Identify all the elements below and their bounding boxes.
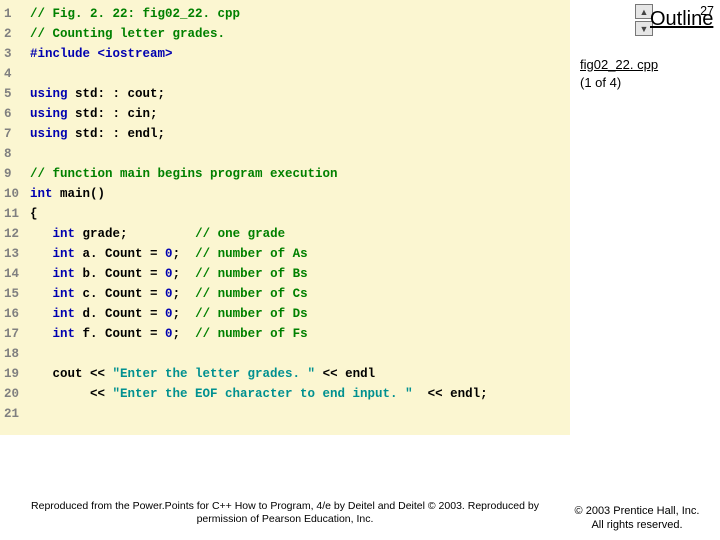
line-number: 5 xyxy=(4,84,30,104)
code-text: using std: : endl; xyxy=(30,124,165,144)
code-text: int b. Count = 0; // number of Bs xyxy=(30,264,308,284)
code-line: 10int main() xyxy=(4,184,570,204)
code-line: 21 xyxy=(4,404,570,424)
code-line: 3#include <iostream> xyxy=(4,44,570,64)
code-text: cout << "Enter the letter grades. " << e… xyxy=(30,364,375,384)
code-line: 18 xyxy=(4,344,570,364)
line-number: 6 xyxy=(4,104,30,124)
line-number: 2 xyxy=(4,24,30,44)
code-line: 11{ xyxy=(4,204,570,224)
code-line: 2// Counting letter grades. xyxy=(4,24,570,44)
code-text: using std: : cout; xyxy=(30,84,165,104)
code-line: 19 cout << "Enter the letter grades. " <… xyxy=(4,364,570,384)
figure-reference: fig02_22. cpp (1 of 4) xyxy=(580,56,658,92)
line-number: 13 xyxy=(4,244,30,264)
code-text: int main() xyxy=(30,184,105,204)
code-line: 8 xyxy=(4,144,570,164)
code-text: { xyxy=(30,204,38,224)
code-line: 9// function main begins program executi… xyxy=(4,164,570,184)
code-line: 16 int d. Count = 0; // number of Ds xyxy=(4,304,570,324)
code-text: // function main begins program executio… xyxy=(30,164,338,184)
line-number: 15 xyxy=(4,284,30,304)
code-line: 12 int grade; // one grade xyxy=(4,224,570,244)
right-panel: ▲ ▼ Outline 27 fig02_22. cpp (1 of 4) © … xyxy=(570,0,720,540)
code-line: 17 int f. Count = 0; // number of Fs xyxy=(4,324,570,344)
line-number: 18 xyxy=(4,344,30,364)
line-number: 4 xyxy=(4,64,30,84)
code-listing: 1// Fig. 2. 22: fig02_22. cpp2// Countin… xyxy=(4,4,570,424)
code-text: int f. Count = 0; // number of Fs xyxy=(30,324,308,344)
line-number: 17 xyxy=(4,324,30,344)
attribution-line2: permission of Pearson Education, Inc. xyxy=(197,513,374,525)
page-number: 27 xyxy=(700,4,714,18)
line-number: 19 xyxy=(4,364,30,384)
code-line: 5using std: : cout; xyxy=(4,84,570,104)
line-number: 9 xyxy=(4,164,30,184)
line-number: 1 xyxy=(4,4,30,24)
line-number: 12 xyxy=(4,224,30,244)
code-text: int a. Count = 0; // number of As xyxy=(30,244,308,264)
code-text: int c. Count = 0; // number of Cs xyxy=(30,284,308,304)
code-line: 7using std: : endl; xyxy=(4,124,570,144)
code-line: 13 int a. Count = 0; // number of As xyxy=(4,244,570,264)
code-text: // Fig. 2. 22: fig02_22. cpp xyxy=(30,4,240,24)
line-number: 7 xyxy=(4,124,30,144)
figure-part: (1 of 4) xyxy=(580,75,621,90)
code-text: using std: : cin; xyxy=(30,104,158,124)
attribution-text: Reproduced from the Power.Points for C++… xyxy=(0,500,570,526)
line-number: 11 xyxy=(4,204,30,224)
code-text: // Counting letter grades. xyxy=(30,24,225,44)
code-line: 14 int b. Count = 0; // number of Bs xyxy=(4,264,570,284)
line-number: 16 xyxy=(4,304,30,324)
code-line: 1// Fig. 2. 22: fig02_22. cpp xyxy=(4,4,570,24)
line-number: 20 xyxy=(4,384,30,404)
code-text: int d. Count = 0; // number of Ds xyxy=(30,304,308,324)
line-number: 10 xyxy=(4,184,30,204)
code-text: << "Enter the EOF character to end input… xyxy=(30,384,488,404)
figure-filename: fig02_22. cpp xyxy=(580,57,658,72)
code-panel: 1// Fig. 2. 22: fig02_22. cpp2// Countin… xyxy=(0,0,570,435)
copyright-line1: © 2003 Prentice Hall, Inc. xyxy=(575,505,700,517)
line-number: 14 xyxy=(4,264,30,284)
code-line: 4 xyxy=(4,64,570,84)
code-text: #include <iostream> xyxy=(30,44,173,64)
copyright-line2: All rights reserved. xyxy=(591,519,682,531)
code-line: 20 << "Enter the EOF character to end in… xyxy=(4,384,570,404)
code-line: 15 int c. Count = 0; // number of Cs xyxy=(4,284,570,304)
attribution-line1: Reproduced from the Power.Points for C++… xyxy=(31,500,539,512)
line-number: 3 xyxy=(4,44,30,64)
line-number: 21 xyxy=(4,404,30,424)
code-text: int grade; // one grade xyxy=(30,224,285,244)
code-line: 6using std: : cin; xyxy=(4,104,570,124)
copyright-notice: © 2003 Prentice Hall, Inc. All rights re… xyxy=(562,504,712,532)
line-number: 8 xyxy=(4,144,30,164)
